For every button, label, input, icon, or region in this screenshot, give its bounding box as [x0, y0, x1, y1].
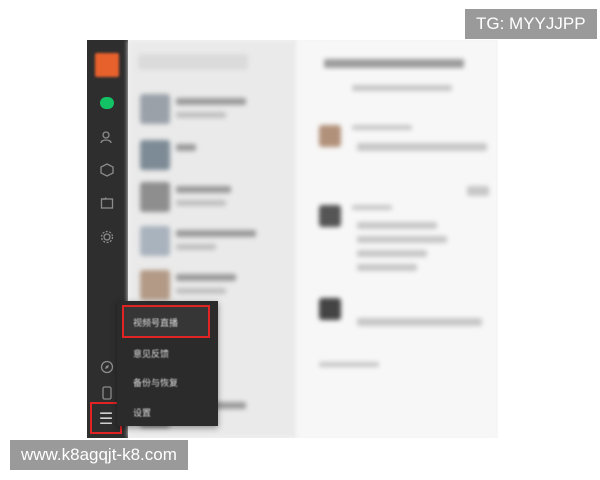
files-icon[interactable] [97, 193, 117, 213]
avatar [319, 205, 341, 227]
search-box[interactable] [138, 54, 248, 70]
contacts-icon[interactable] [97, 127, 117, 147]
avatar [319, 298, 341, 320]
phone-icon[interactable] [97, 383, 117, 403]
list-item[interactable] [136, 92, 286, 128]
list-item[interactable] [136, 224, 286, 260]
moments-icon[interactable] [97, 357, 117, 377]
chat-panel [297, 40, 498, 438]
menu-item-live[interactable]: 视频号直播 [117, 307, 218, 337]
avatar [319, 125, 341, 147]
settings-gear-icon[interactable] [97, 227, 117, 247]
list-item[interactable] [136, 138, 286, 174]
menu-item-backup[interactable]: 备份与恢复 [117, 367, 218, 397]
user-avatar[interactable] [95, 53, 119, 77]
watermark-bottom: www.k8agqjt-k8.com [10, 440, 188, 470]
menu-item-feedback[interactable]: 意见反馈 [117, 338, 218, 368]
chat-icon[interactable] [97, 93, 117, 113]
favorites-icon[interactable] [97, 160, 117, 180]
watermark-top: TG: MYYJJPP [465, 9, 597, 39]
menu-item-settings[interactable]: 设置 [117, 397, 218, 427]
list-item[interactable] [136, 180, 286, 216]
more-menu: 视频号直播 意见反馈 备份与恢复 设置 [117, 301, 218, 426]
list-item[interactable] [136, 268, 286, 304]
